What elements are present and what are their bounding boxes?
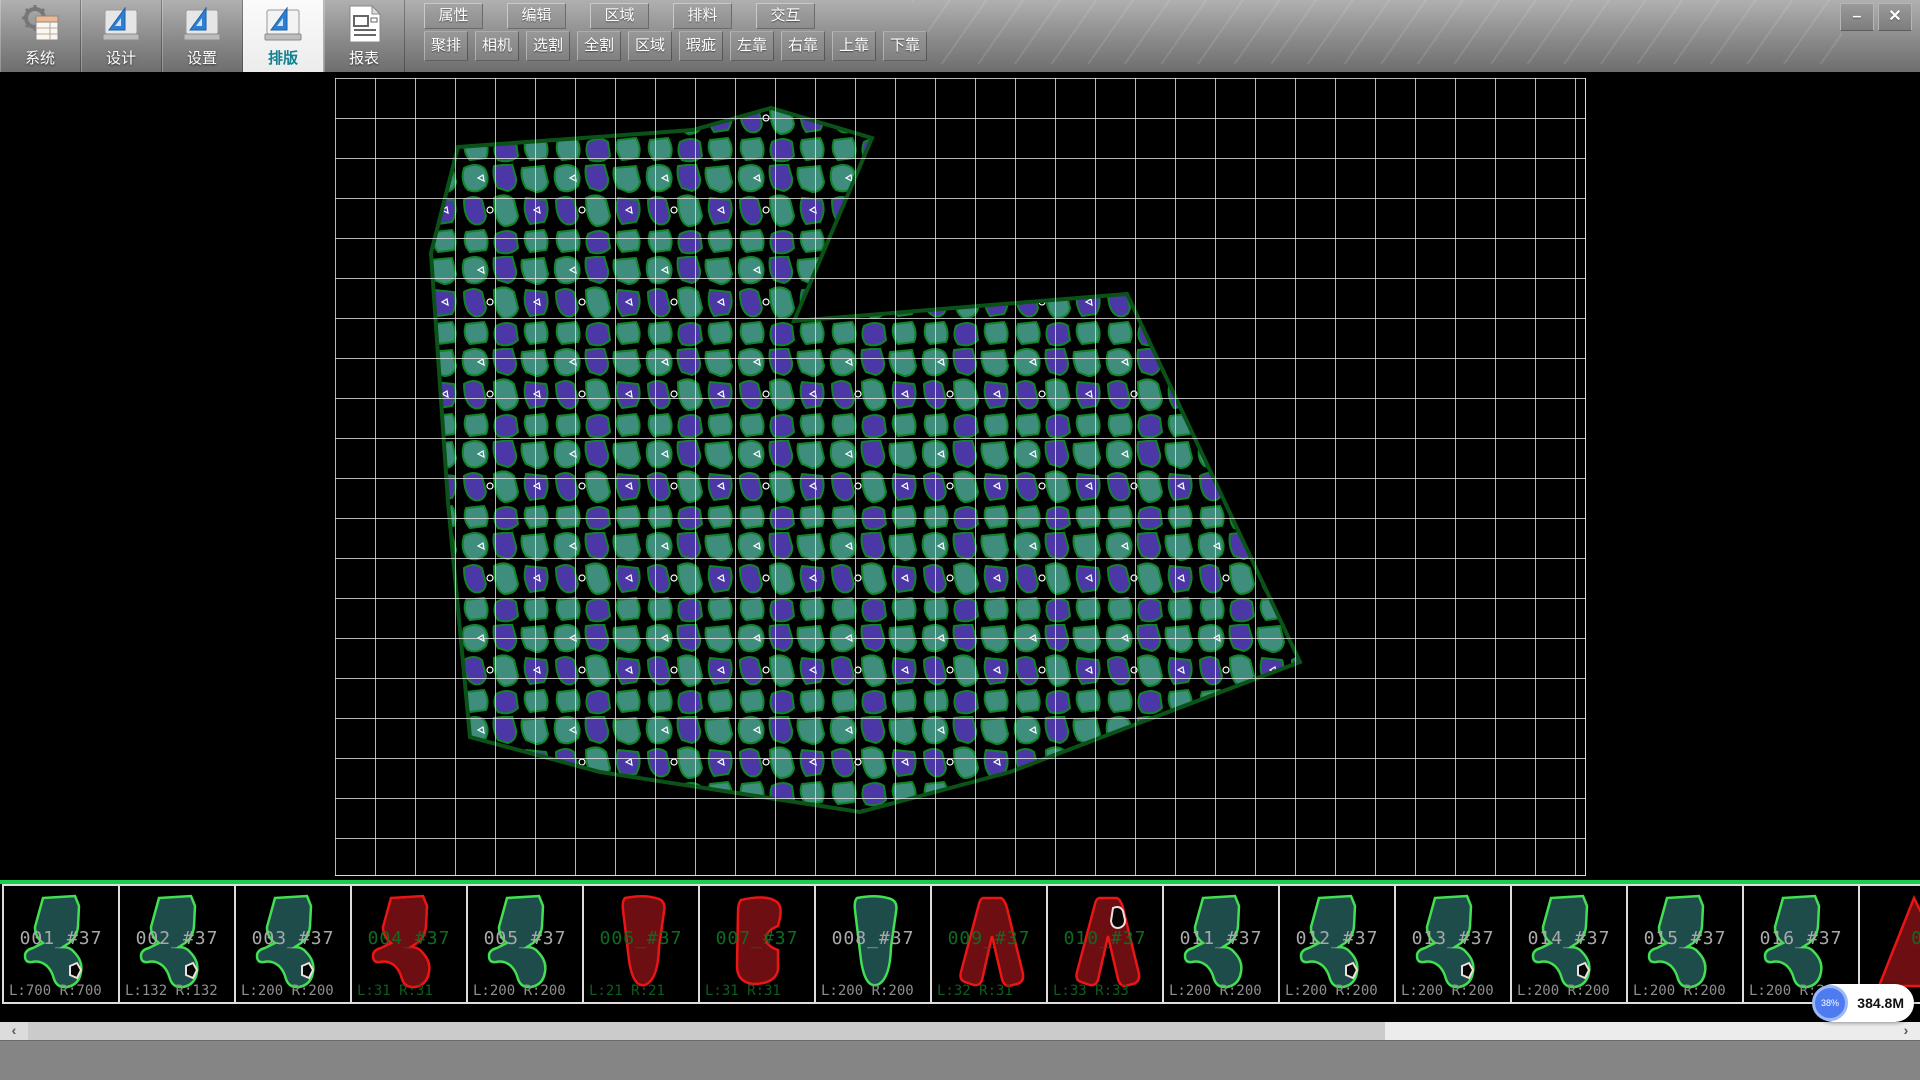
piece-lr-count: L:200 R:200 — [241, 983, 334, 999]
close-button[interactable]: ✕ — [1878, 3, 1912, 31]
tool-select-cut[interactable]: 选割 — [526, 31, 570, 61]
ruler-icon — [263, 4, 303, 44]
piece-id: 004_#37 — [352, 928, 466, 949]
piece-lr-count: L:200 R:200 — [821, 983, 914, 999]
status-bar — [0, 1040, 1920, 1080]
percent-circle[interactable]: 38% — [1812, 985, 1848, 1021]
menu-interact[interactable]: 交互 — [756, 3, 815, 29]
design-button[interactable]: 设计 — [81, 0, 162, 72]
ruler-icon — [182, 4, 222, 44]
system-button-label: 系统 — [0, 47, 80, 68]
piece-lr-count: L:700 R:700 — [9, 983, 102, 999]
piece-id: 005_#37 — [468, 928, 582, 949]
thumbnail-007[interactable]: 007_#37 L:31 R:31 — [698, 884, 816, 1004]
piece-id: 001_#37 — [4, 928, 118, 949]
thumbnail-001[interactable]: 001_#37 L:700 R:700 — [2, 884, 120, 1004]
piece-thumbnail-strip: 001_#37 L:700 R:700 002_#37 L:132 R:132 … — [0, 880, 1920, 1022]
nested-hide[interactable] — [0, 72, 1920, 880]
toolbar-hatch-texture — [912, 0, 1842, 64]
tool-align-top[interactable]: 上靠 — [832, 31, 876, 61]
scroll-left-arrow[interactable]: ‹ — [0, 1022, 28, 1040]
tool-defect[interactable]: 瑕疵 — [679, 31, 723, 61]
piece-id: 003_#37 — [236, 928, 350, 949]
report-button-label: 报表 — [324, 47, 404, 68]
tool-align-bottom[interactable]: 下靠 — [883, 31, 927, 61]
piece-id: 002_#37 — [120, 928, 234, 949]
piece-id: 0 — [1860, 928, 1920, 949]
piece-id: 013_#37 — [1396, 928, 1510, 949]
hide-outline[interactable] — [431, 108, 1300, 812]
piece-id: 015_#37 — [1628, 928, 1742, 949]
piece-id: 008_#37 — [816, 928, 930, 949]
piece-lr-count: L:32 R:31 — [937, 983, 1013, 999]
tool-cut-all[interactable]: 全割 — [577, 31, 621, 61]
horizontal-scrollbar[interactable]: ‹ › — [0, 1022, 1920, 1040]
thumbnail-009[interactable]: 009_#37 L:32 R:31 — [930, 884, 1048, 1004]
memory-overlay-badge[interactable]: 38% 384.8M — [1814, 984, 1914, 1022]
thumbnail-005[interactable]: 005_#37 L:200 R:200 — [466, 884, 584, 1004]
thumbnail-010[interactable]: 010_#37 L:33 R:33 — [1046, 884, 1164, 1004]
thumbnail-008[interactable]: 008_#37 L:200 R:200 — [814, 884, 932, 1004]
piece-id: 016_#37 — [1744, 928, 1858, 949]
thumbnail-014[interactable]: 014_#37 L:200 R:200 — [1510, 884, 1628, 1004]
window-controls: – ✕ — [1840, 3, 1912, 31]
piece-lr-count: L:200 R:200 — [1169, 983, 1262, 999]
menu-properties[interactable]: 属性 — [424, 3, 483, 29]
settings-button-label: 设置 — [162, 47, 242, 68]
thumbnail-003[interactable]: 003_#37 L:200 R:200 — [234, 884, 352, 1004]
thumbnail-013[interactable]: 013_#37 L:200 R:200 — [1394, 884, 1512, 1004]
scroll-right-arrow[interactable]: › — [1892, 1022, 1920, 1040]
nesting-canvas[interactable] — [0, 72, 1920, 880]
main-button-group: 系统 设计 设置 — [0, 0, 405, 72]
piece-id: 011_#37 — [1164, 928, 1278, 949]
piece-lr-count: L:31 R:31 — [705, 983, 781, 999]
piece-lr-count: L:200 R:200 — [473, 983, 566, 999]
piece-lr-count: L:200 R:200 — [1401, 983, 1494, 999]
piece-id: 009_#37 — [932, 928, 1046, 949]
system-button[interactable]: 系统 — [0, 0, 81, 72]
menu-row-2: 聚排 相机 选割 全割 区域 瑕疵 左靠 右靠 上靠 下靠 — [424, 31, 927, 61]
gear-icon — [20, 4, 60, 44]
piece-lr-count: L:31 R:31 — [357, 983, 433, 999]
thumbnail-cells: 001_#37 L:700 R:700 002_#37 L:132 R:132 … — [2, 884, 1920, 1004]
piece-id: 006_#37 — [584, 928, 698, 949]
memory-value: 384.8M — [1857, 984, 1904, 1022]
report-button[interactable]: 报表 — [324, 0, 405, 72]
tool-cluster-nest[interactable]: 聚排 — [424, 31, 468, 61]
piece-id: 007_#37 — [700, 928, 814, 949]
thumbnail-012[interactable]: 012_#37 L:200 R:200 — [1278, 884, 1396, 1004]
piece-lr-count: L:200 R:200 — [1633, 983, 1726, 999]
menu-region[interactable]: 区域 — [590, 3, 649, 29]
minimize-button[interactable]: – — [1840, 3, 1874, 31]
scrollbar-thumb[interactable] — [28, 1022, 1385, 1040]
report-icon — [344, 4, 384, 44]
piece-lr-count: L:132 R:132 — [125, 983, 218, 999]
ruler-icon — [101, 4, 141, 44]
piece-id: 014_#37 — [1512, 928, 1626, 949]
thumbnail-002[interactable]: 002_#37 L:132 R:132 — [118, 884, 236, 1004]
menu-nesting[interactable]: 排料 — [673, 3, 732, 29]
tool-camera[interactable]: 相机 — [475, 31, 519, 61]
piece-lr-count: L:21 R:21 — [589, 983, 665, 999]
tool-align-left[interactable]: 左靠 — [730, 31, 774, 61]
layout-button-label: 排版 — [243, 47, 323, 68]
piece-lr-count: L:200 R:200 — [1517, 983, 1610, 999]
piece-id: 010_#37 — [1048, 928, 1162, 949]
menu-row-1: 属性 编辑 区域 排料 交互 — [424, 3, 815, 29]
layout-button-active[interactable]: 排版 — [243, 0, 324, 72]
tool-region[interactable]: 区域 — [628, 31, 672, 61]
menu-edit[interactable]: 编辑 — [507, 3, 566, 29]
tool-align-right[interactable]: 右靠 — [781, 31, 825, 61]
design-button-label: 设计 — [81, 47, 161, 68]
piece-id: 012_#37 — [1280, 928, 1394, 949]
toolbar: 系统 设计 设置 — [0, 0, 1920, 73]
thumbnail-006[interactable]: 006_#37 L:21 R:21 — [582, 884, 700, 1004]
settings-button[interactable]: 设置 — [162, 0, 243, 72]
piece-lr-count: L:200 R:200 — [1285, 983, 1378, 999]
thumbnail-011[interactable]: 011_#37 L:200 R:200 — [1162, 884, 1280, 1004]
thumbnail-015[interactable]: 015_#37 L:200 R:200 — [1626, 884, 1744, 1004]
thumbnail-004[interactable]: 004_#37 L:31 R:31 — [350, 884, 468, 1004]
piece-lr-count: L:33 R:33 — [1053, 983, 1129, 999]
